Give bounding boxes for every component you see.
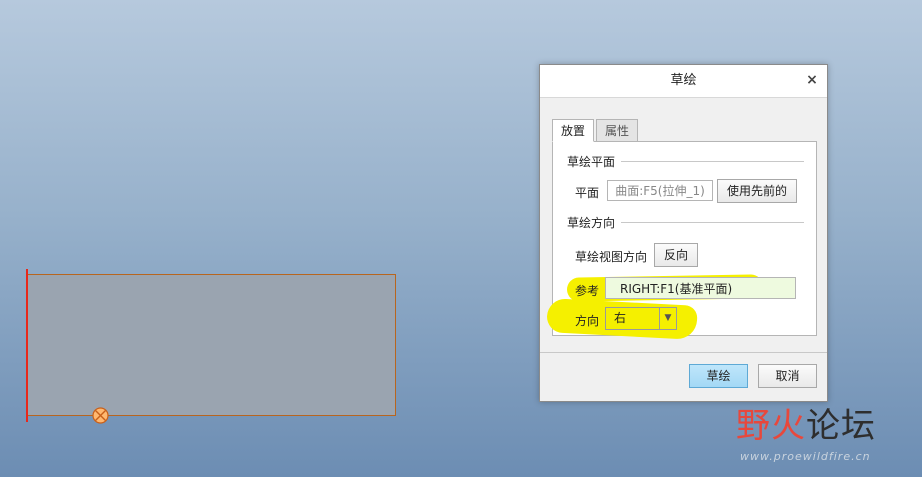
- sketch-plane-group-label: 草绘平面: [567, 153, 622, 170]
- dialog-title: 草绘: [540, 65, 827, 98]
- use-previous-button[interactable]: 使用先前的: [717, 179, 797, 203]
- reference-field[interactable]: RIGHT:F1(基准平面): [605, 277, 796, 299]
- orientation-select[interactable]: 右 ▼: [605, 307, 677, 330]
- watermark-text-b: 论坛: [806, 406, 876, 446]
- watermark-url: www.proewildfire.cn: [740, 450, 871, 463]
- plane-label: 平面: [575, 186, 600, 200]
- watermark-logo: 野火论坛 www.proewildfire.cn: [736, 398, 916, 470]
- sketch-surface[interactable]: [27, 274, 396, 416]
- datum-point-icon[interactable]: [92, 407, 109, 424]
- close-icon[interactable]: ×: [805, 73, 819, 87]
- orientation-value: 右: [614, 311, 627, 325]
- chevron-down-icon[interactable]: ▼: [659, 308, 676, 329]
- tab-placement[interactable]: 放置: [552, 119, 594, 142]
- plane-field[interactable]: 曲面:F5(拉伸_1): [607, 180, 713, 201]
- watermark-title: 野火论坛: [736, 398, 876, 447]
- reference-label: 参考: [575, 284, 600, 298]
- cancel-button[interactable]: 取消: [758, 364, 817, 388]
- view-direction-label: 草绘视图方向: [575, 250, 648, 264]
- watermark-text-a: 野火: [736, 406, 806, 446]
- orientation-label: 方向: [575, 314, 600, 328]
- dialog-separator: [540, 352, 827, 353]
- sketch-orientation-group-label: 草绘方向: [567, 214, 622, 231]
- flip-button[interactable]: 反向: [654, 243, 698, 267]
- placement-panel: 草绘平面 平面 曲面:F5(拉伸_1) 使用先前的 草绘方向 草绘视图方向 反向…: [546, 141, 817, 340]
- sketch-button[interactable]: 草绘: [689, 364, 748, 388]
- selected-edge[interactable]: [26, 269, 28, 422]
- sketch-dialog: 草绘 × 放置 属性 草绘平面 平面 曲面:F5(拉伸_1) 使用先前的 草绘方…: [539, 64, 828, 402]
- tab-properties[interactable]: 属性: [596, 119, 638, 142]
